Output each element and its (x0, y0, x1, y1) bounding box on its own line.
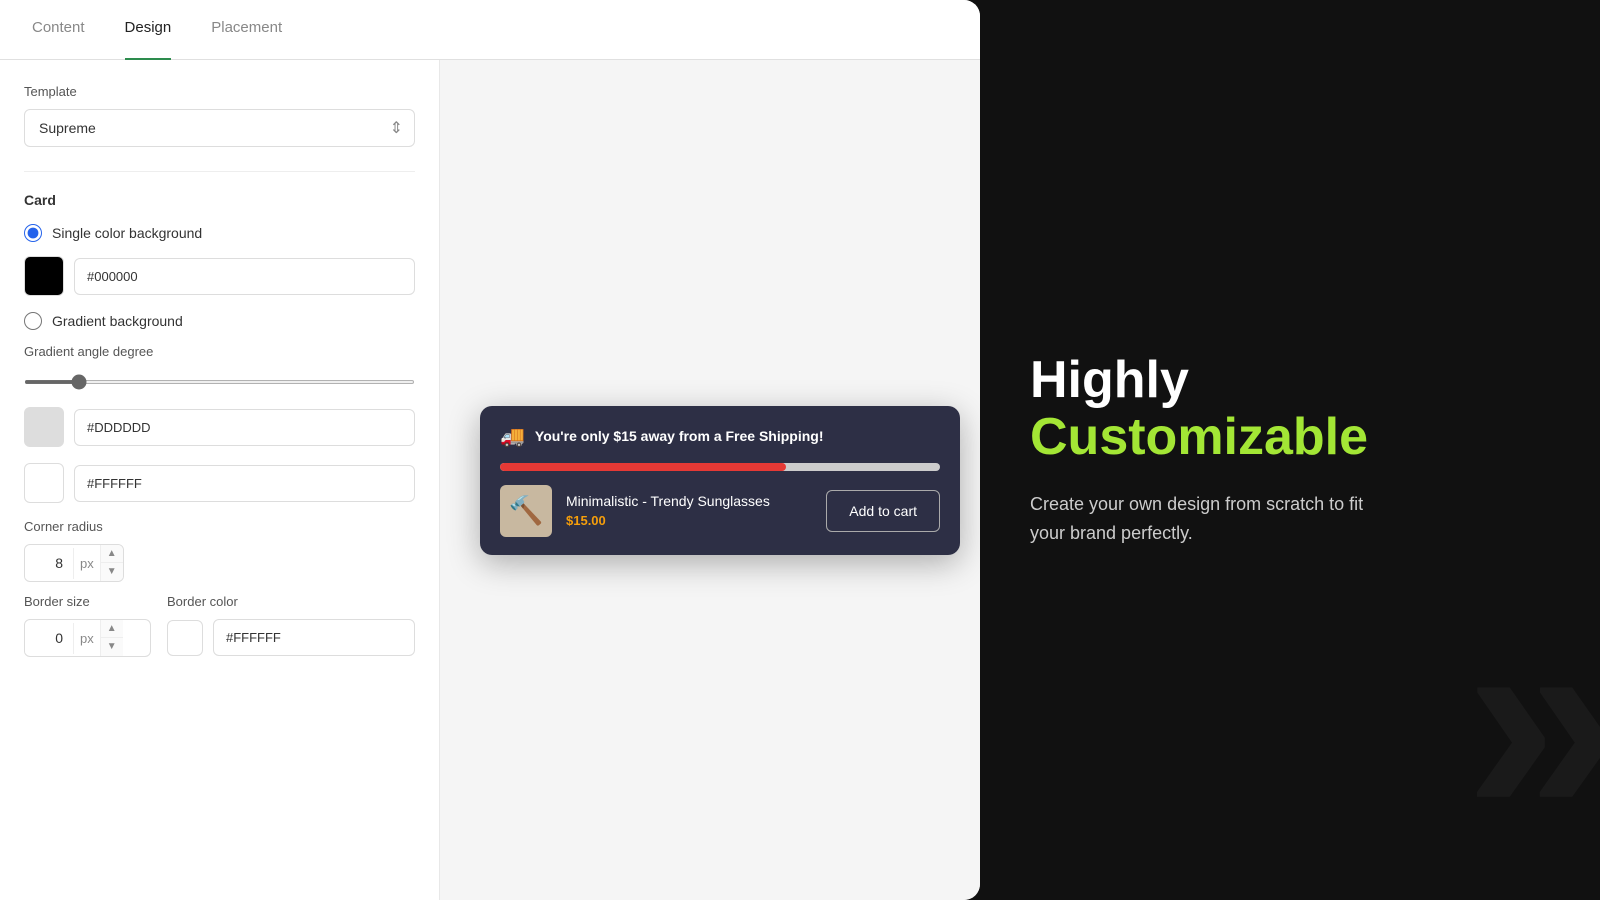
gradient-angle-slider[interactable] (24, 380, 415, 384)
border-color-row (167, 619, 415, 656)
border-size-spinners: ▲ ▼ (100, 620, 123, 656)
divider (24, 171, 415, 172)
product-row: 🔨 Minimalistic - Trendy Sunglasses $15.0… (500, 485, 940, 537)
gradient-color2-row (24, 463, 415, 503)
template-label: Template (24, 84, 415, 99)
corner-radius-unit: px (73, 548, 100, 579)
border-color-label: Border color (167, 594, 415, 609)
corner-radius-label: Corner radius (24, 519, 415, 534)
product-image: 🔨 (500, 485, 552, 537)
border-color-col: Border color (167, 594, 415, 672)
border-color-input[interactable] (213, 619, 415, 656)
gradient-color2-input[interactable] (74, 465, 415, 502)
right-panel: Highly Customizable Create your own desi… (980, 0, 1600, 900)
shipping-text: You're only $15 away from a Free Shippin… (535, 428, 824, 444)
gradient-label: Gradient background (52, 313, 183, 329)
gradient-swatch-2[interactable] (24, 463, 64, 503)
gradient-radio[interactable] (24, 312, 42, 330)
shipping-bar-row: 🚚 You're only $15 away from a Free Shipp… (500, 424, 940, 449)
border-size-col: Border size px ▲ ▼ (24, 594, 151, 657)
border-color-swatch[interactable] (167, 620, 203, 656)
border-size-label: Border size (24, 594, 151, 609)
single-color-row: Single color background (24, 224, 415, 242)
corner-radius-input[interactable] (25, 547, 73, 579)
gradient-row: Gradient background (24, 312, 415, 330)
gradient-angle-label: Gradient angle degree (24, 344, 415, 359)
progress-bar-fill (500, 463, 786, 471)
settings-panel: Template Supreme Classic Modern Minimal … (0, 60, 440, 900)
gradient-color1-row (24, 407, 415, 447)
template-select-wrapper: Supreme Classic Modern Minimal ⇕ (24, 109, 415, 147)
corner-radius-input-group: px ▲ ▼ (24, 544, 124, 582)
border-row: Border size px ▲ ▼ Border color (24, 594, 415, 672)
product-info: Minimalistic - Trendy Sunglasses $15.00 (566, 493, 812, 528)
product-price: $15.00 (566, 513, 812, 528)
headline-line2: Customizable (1030, 409, 1550, 466)
subtext: Create your own design from scratch to f… (1030, 490, 1370, 548)
gradient-swatch-1[interactable] (24, 407, 64, 447)
tab-content[interactable]: Content (32, 1, 85, 60)
card-heading: Card (24, 192, 415, 208)
tab-placement[interactable]: Placement (211, 1, 282, 60)
border-size-down[interactable]: ▼ (101, 638, 123, 656)
corner-radius-up[interactable]: ▲ (101, 545, 123, 563)
template-select[interactable]: Supreme Classic Modern Minimal (24, 109, 415, 147)
content-area: Template Supreme Classic Modern Minimal … (0, 60, 980, 900)
progress-bar-container (500, 463, 940, 471)
preview-area: 🚚 You're only $15 away from a Free Shipp… (440, 60, 980, 900)
tab-design[interactable]: Design (125, 1, 172, 60)
corner-radius-spinners: ▲ ▼ (100, 545, 123, 581)
color-swatch-single[interactable] (24, 256, 64, 296)
border-size-up[interactable]: ▲ (101, 620, 123, 638)
corner-radius-row: px ▲ ▼ (24, 544, 415, 582)
border-size-input-group: px ▲ ▼ (24, 619, 151, 657)
corner-radius-down[interactable]: ▼ (101, 563, 123, 581)
product-card-preview: 🚚 You're only $15 away from a Free Shipp… (480, 406, 960, 555)
product-name: Minimalistic - Trendy Sunglasses (566, 493, 812, 509)
gradient-slider-container (24, 367, 415, 393)
left-panel: Content Design Placement Template Suprem… (0, 0, 980, 900)
color-hex-input[interactable] (74, 258, 415, 295)
add-to-cart-button[interactable]: Add to cart (826, 490, 940, 532)
gradient-color1-input[interactable] (74, 409, 415, 446)
shipping-emoji: 🚚 (500, 424, 525, 449)
single-color-label: Single color background (52, 225, 202, 241)
border-size-input[interactable] (25, 622, 73, 654)
tabs-bar: Content Design Placement (0, 0, 980, 60)
color-picker-row (24, 256, 415, 296)
single-color-radio[interactable] (24, 224, 42, 242)
border-size-unit: px (73, 623, 100, 654)
headline-line1: Highly (1030, 352, 1550, 409)
